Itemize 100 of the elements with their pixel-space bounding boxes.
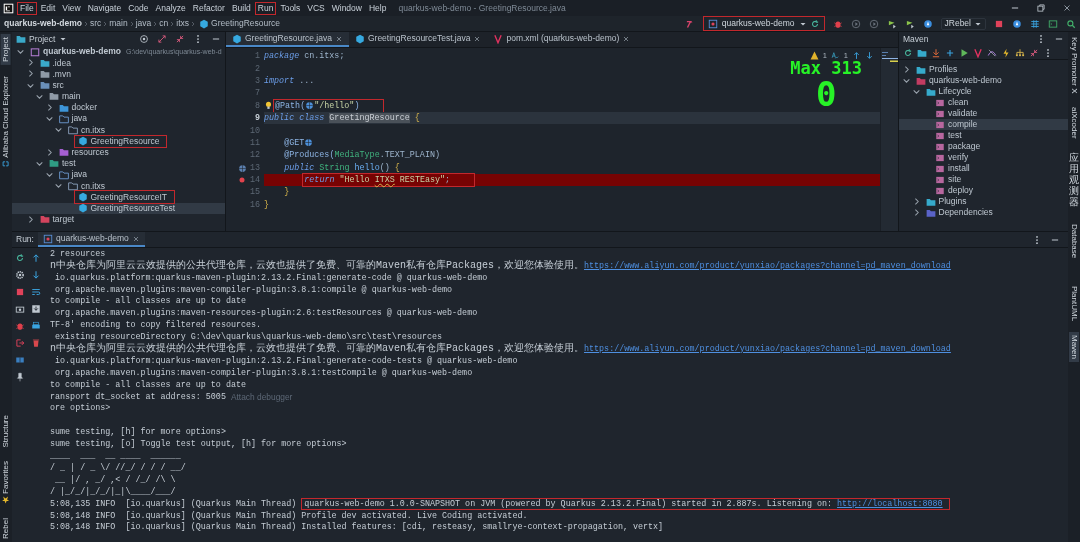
- settings-icon[interactable]: [15, 270, 25, 280]
- tree-item[interactable]: test: [899, 130, 1068, 141]
- menu-item[interactable]: Refactor: [189, 1, 228, 15]
- editor-tab[interactable]: pom.xml (quarkus-web-demo): [487, 32, 637, 47]
- tree-item[interactable]: GreetingResource: [12, 135, 225, 147]
- refresh-icon[interactable]: [809, 18, 820, 29]
- tree-item[interactable]: package: [899, 141, 1068, 152]
- terminal-icon[interactable]: [1048, 18, 1058, 29]
- chevron-icon[interactable]: [54, 125, 63, 135]
- console-link[interactable]: http://localhost:8080: [837, 498, 943, 509]
- stop-icon[interactable]: [994, 18, 1004, 29]
- editor-tab[interactable]: GreetingResource.java: [226, 32, 349, 47]
- down-arrow-icon[interactable]: [31, 270, 41, 280]
- close-icon[interactable]: [473, 34, 482, 43]
- tree-item[interactable]: deploy: [899, 185, 1068, 196]
- tool-window-button[interactable]: Database: [1069, 221, 1079, 262]
- close-icon[interactable]: [334, 34, 343, 43]
- print-icon[interactable]: [31, 321, 41, 331]
- tool-window-button[interactable]: PlantUML: [1069, 283, 1079, 325]
- close-icon[interactable]: [131, 234, 140, 243]
- maven-icon[interactable]: [973, 47, 983, 58]
- search-icon[interactable]: [1066, 18, 1076, 29]
- tree-icon[interactable]: [1015, 47, 1025, 58]
- chevron-icon[interactable]: [44, 114, 54, 124]
- run-tab[interactable]: quarkus-web-demo: [37, 232, 145, 247]
- play-icon[interactable]: [959, 47, 969, 58]
- menu-item[interactable]: Help: [365, 1, 390, 15]
- menu-item[interactable]: View: [59, 1, 84, 15]
- tool-window-button[interactable]: Favorites: [1, 458, 11, 508]
- trash-icon[interactable]: [31, 338, 41, 348]
- tree-item[interactable]: install: [899, 163, 1068, 174]
- tool-window-button[interactable]: Alibaba Cloud Explorer: [1, 72, 11, 171]
- breadcrumb-item[interactable]: GreetingResource: [211, 18, 281, 29]
- panel-title-dropdown[interactable]: Project: [29, 33, 68, 45]
- tree-item[interactable]: java: [12, 113, 225, 125]
- tree-item[interactable]: target: [12, 213, 225, 225]
- plus-icon[interactable]: [945, 47, 955, 58]
- breadcrumb-item[interactable]: cn: [159, 18, 169, 29]
- download-icon[interactable]: [31, 304, 41, 314]
- app-logo-icon[interactable]: [3, 2, 14, 14]
- tool-window-button[interactable]: Key Promoter X: [1069, 34, 1079, 97]
- tool-window-button[interactable]: Project: [1, 34, 11, 65]
- compass-icon[interactable]: [922, 18, 933, 29]
- chevron-icon[interactable]: [911, 87, 921, 96]
- tree-item[interactable]: .mvn: [12, 68, 225, 80]
- tree-item[interactable]: verify: [899, 152, 1068, 163]
- tree-item[interactable]: quarkus-web-demo: [899, 75, 1068, 86]
- tool-window-button[interactable]: Maven: [1069, 332, 1079, 363]
- console-link[interactable]: https://www.aliyun.com/product/yunxiao/packages?channel=pd_maven_download: [584, 344, 951, 355]
- tool-window-button[interactable]: Rebel: [1, 515, 11, 542]
- restore-icon[interactable]: [1036, 3, 1046, 13]
- rerun-icon[interactable]: [15, 253, 25, 263]
- play-icon[interactable]: [850, 18, 861, 29]
- stop-icon[interactable]: [15, 287, 25, 297]
- close-icon[interactable]: [622, 34, 631, 43]
- flag-icon[interactable]: [904, 18, 915, 29]
- tree-item[interactable]: Dependencies: [899, 207, 1068, 218]
- menu-item[interactable]: Build: [228, 1, 254, 15]
- tree-item[interactable]: Plugins: [899, 196, 1068, 207]
- chevron-icon[interactable]: [902, 76, 911, 85]
- folder-icon[interactable]: [917, 47, 927, 58]
- camera-icon[interactable]: [15, 304, 25, 314]
- editor-tab[interactable]: GreetingResourceTest.java: [348, 32, 488, 47]
- grid-icon[interactable]: [1030, 18, 1040, 29]
- target-icon[interactable]: [139, 34, 149, 44]
- menu-item[interactable]: Edit: [37, 1, 59, 15]
- bug-icon[interactable]: [15, 321, 25, 331]
- expand-icon[interactable]: [157, 34, 167, 44]
- tool-window-button[interactable]: 应用观测器: [1069, 150, 1079, 210]
- tree-item[interactable]: .idea: [12, 57, 225, 69]
- menu-item[interactable]: File: [17, 1, 37, 15]
- tree-item[interactable]: java: [12, 169, 225, 181]
- breadcrumb-item[interactable]: main: [109, 18, 128, 29]
- breadcrumb-item[interactable]: quarkus-web-demo: [4, 18, 82, 29]
- tree-item[interactable]: site: [899, 174, 1068, 185]
- tool-window-button[interactable]: aiXcoder: [1069, 104, 1079, 143]
- menu-item[interactable]: VCS: [304, 1, 328, 15]
- pin-icon[interactable]: [15, 372, 25, 382]
- chevron-icon[interactable]: [902, 65, 911, 74]
- tree-item[interactable]: GreetingResourceIT: [12, 191, 225, 203]
- close-icon[interactable]: [1062, 3, 1072, 13]
- collapse-icon[interactable]: [175, 34, 185, 44]
- tree-item[interactable]: Profiles: [899, 64, 1068, 75]
- play-icon[interactable]: [868, 18, 879, 29]
- lightning-icon[interactable]: [1001, 47, 1011, 58]
- up-arrow-icon[interactable]: [31, 253, 41, 263]
- layout-icon[interactable]: [15, 355, 25, 365]
- menu-item[interactable]: Tools: [277, 1, 304, 15]
- refresh-icon[interactable]: [903, 47, 913, 58]
- breadcrumb-item[interactable]: src: [89, 18, 102, 29]
- menu-item[interactable]: Analyze: [152, 1, 189, 15]
- tree-item[interactable]: test: [12, 157, 225, 170]
- down-arrow-icon[interactable]: [865, 51, 874, 60]
- console-link[interactable]: https://www.aliyun.com/product/yunxiao/packages?channel=pd_maven_download: [584, 260, 951, 271]
- tree-item[interactable]: main: [12, 90, 225, 102]
- tree-item[interactable]: docker: [12, 101, 225, 114]
- breakpoint-icon[interactable]: [238, 175, 246, 184]
- chevron-icon[interactable]: [54, 181, 63, 191]
- tree-item[interactable]: src: [12, 79, 225, 91]
- collapse-icon[interactable]: [1029, 47, 1039, 58]
